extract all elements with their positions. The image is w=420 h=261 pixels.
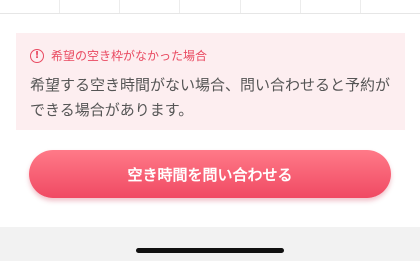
- no-slot-notice-box: ! 希望の空き枠がなかった場合 希望する空き時間がない場合、問い合わせると予約が…: [16, 33, 405, 130]
- calendar-cell: [60, 0, 121, 13]
- calendar-cell: [361, 0, 420, 13]
- calendar-cell: [241, 0, 301, 13]
- inquire-availability-button[interactable]: 空き時間を問い合わせる: [29, 150, 391, 198]
- notice-header: ! 希望の空き枠がなかった場合: [30, 46, 207, 66]
- calendar-cell: [120, 0, 181, 13]
- calendar-cell: [0, 0, 61, 13]
- bottom-safe-area: [0, 227, 420, 261]
- notice-body-text: 希望する空き時間がない場合、問い合わせると予約ができる場合があります。: [30, 76, 391, 119]
- home-indicator[interactable]: [136, 248, 284, 253]
- calendar-cell: [301, 0, 361, 13]
- calendar-grid-bottom-edge: [0, 0, 420, 14]
- notice-title: 希望の空き枠がなかった場合: [51, 49, 208, 63]
- alert-circle-icon: !: [30, 49, 44, 63]
- calendar-cell: [180, 0, 241, 13]
